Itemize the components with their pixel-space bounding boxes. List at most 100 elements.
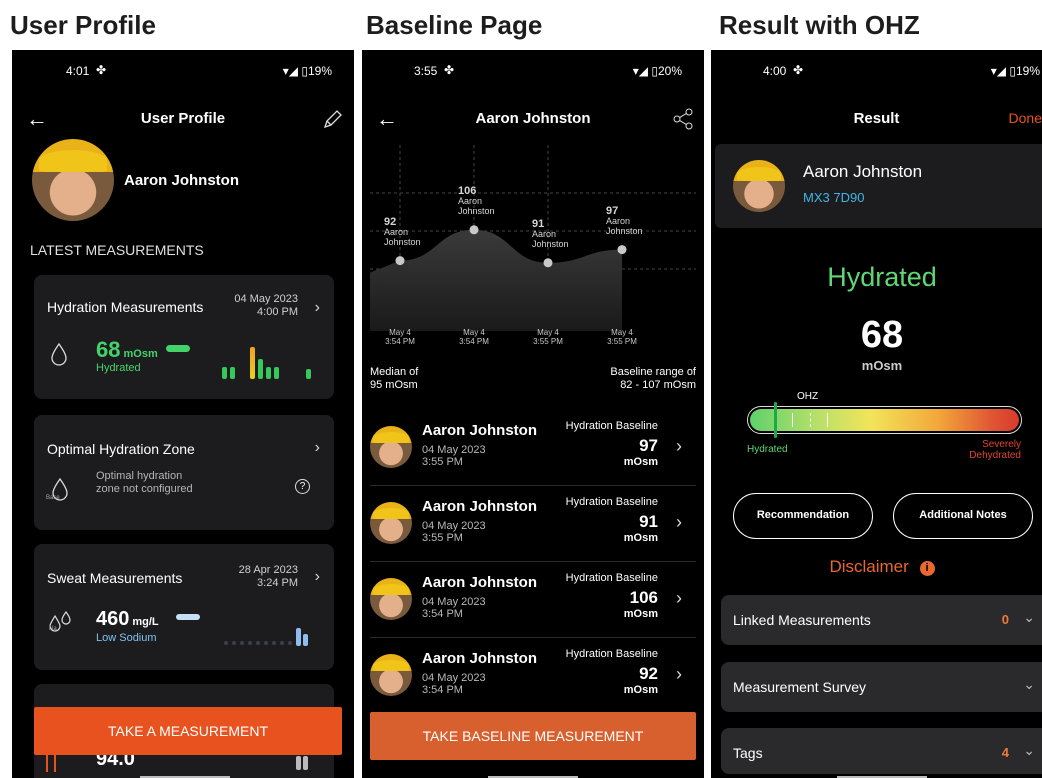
row-datetime: 04 May 2023 3:54 PM — [422, 672, 486, 696]
chevron-right-icon: › — [314, 439, 320, 456]
recommendation-button[interactable]: Recommendation — [733, 493, 873, 539]
gauge-left-label: Hydrated — [747, 444, 788, 455]
card-time: 4:00 PM — [257, 306, 298, 319]
mini-bar — [296, 756, 301, 770]
screen-title: Aaron Johnston — [475, 110, 591, 127]
hydration-measurements-card[interactable]: Hydration Measurements 04 May 2023 4:00 … — [34, 275, 334, 399]
row-value: 97 — [639, 436, 658, 455]
avatar — [370, 426, 412, 468]
mini-bar — [230, 367, 235, 379]
mini-bar — [303, 634, 308, 646]
accordion-count: 4 — [1001, 745, 1009, 760]
thermometer-icon — [46, 752, 56, 772]
chevron-right-icon: › — [314, 299, 320, 316]
row-type: Hydration Baseline — [565, 496, 658, 508]
nav-bar: ← User Profile — [12, 104, 354, 134]
battery-percent: 20% — [657, 64, 682, 78]
baseline-row[interactable]: Aaron Johnston 04 May 2023 3:55 PM Hydrat… — [370, 412, 696, 486]
baseline-range-text: Baseline range of 82 - 107 mOsm — [610, 366, 696, 392]
hydration-gauge — [747, 402, 1022, 438]
baseline-row[interactable]: Aaron Johnston 04 May 2023 3:54 PM Hydrat… — [370, 640, 696, 714]
baseline-row[interactable]: Aaron Johnston 04 May 2023 3:54 PM Hydrat… — [370, 564, 696, 638]
sweat-measurements-card[interactable]: Sweat Measurements 28 Apr 2023 3:24 PM ›… — [34, 544, 334, 670]
result-status: Hydrated — [827, 262, 937, 292]
data-point-label: 92 Aaron Johnston — [384, 216, 424, 247]
nav-bar: ← Aaron Johnston — [362, 104, 704, 134]
sweat-value-number: 460 — [96, 608, 130, 630]
gauge-gradient — [750, 409, 1019, 431]
screen-title: Result — [853, 110, 900, 127]
ohz-label: OHZ — [797, 391, 819, 402]
mini-bar — [306, 369, 311, 379]
median-value: 95 mOsm — [370, 379, 418, 392]
row-date: 04 May 2023 — [422, 672, 486, 684]
sweat-drops-icon — [47, 610, 73, 639]
panel-title-baseline: Baseline Page — [366, 10, 543, 40]
x-tick-label: May 4 3:55 PM — [592, 328, 652, 347]
chevron-down-icon: ⌄ — [1023, 676, 1035, 692]
take-baseline-measurement-button[interactable]: TAKE BASELINE MEASUREMENT — [370, 712, 696, 760]
mini-bar — [303, 756, 308, 770]
accordion-count: 0 — [1001, 612, 1009, 627]
avatar — [733, 160, 785, 212]
card-datetime: 04 May 2023 4:00 PM — [234, 293, 298, 319]
nav-bar: Result Done — [711, 104, 1042, 134]
gauge-right-label: Severely Dehydrated — [969, 439, 1021, 461]
card-title: Optimal Hydration Zone — [47, 441, 195, 457]
mini-bar — [250, 347, 255, 379]
base-icon-label: Base — [46, 495, 60, 501]
row-date: 04 May 2023 — [422, 520, 486, 532]
optimal-hydration-zone-card[interactable]: Optimal Hydration Zone › Base Optimal hy… — [34, 415, 334, 530]
row-name: Aaron Johnston — [422, 422, 537, 439]
data-point-name: Aaron Johnston — [458, 196, 495, 216]
accordion-linked-measurements[interactable]: Linked Measurements 0 ⌄ — [721, 595, 1042, 645]
mini-bar — [266, 367, 271, 379]
disclaimer-label: Disclaimer — [829, 557, 909, 576]
history-mini-chart — [222, 347, 322, 379]
x-tick-label: May 4 3:54 PM — [370, 328, 430, 347]
fan-icon: ✤ — [96, 63, 107, 77]
baseline-range-label: Baseline range of — [610, 366, 696, 378]
baseline-row[interactable]: Aaron Johnston 04 May 2023 3:55 PM Hydrat… — [370, 488, 696, 562]
accordion-label: Measurement Survey — [733, 679, 867, 695]
chevron-down-icon: ⌄ — [1023, 609, 1035, 625]
additional-notes-button[interactable]: Additional Notes — [893, 493, 1033, 539]
share-icon[interactable] — [672, 108, 694, 135]
row-unit: mOsm — [623, 684, 658, 696]
base-droplet-icon — [48, 477, 72, 506]
edit-pencil-icon[interactable] — [322, 108, 344, 135]
device-id: MX3 7D90 — [803, 190, 865, 205]
baseline-screen: 3:55 ✤ ▾◢ ▯20% ← Aaron Johnston 92 Aaron … — [362, 50, 704, 778]
user-card: Aaron Johnston MX3 7D90 — [715, 144, 1042, 228]
screen-title: User Profile — [140, 110, 226, 127]
accordion-measurement-survey[interactable]: Measurement Survey ⌄ — [721, 662, 1042, 712]
result-value: 68 — [860, 314, 904, 356]
row-value: 91 — [639, 512, 658, 531]
median-label: Median of — [370, 366, 419, 378]
panel-title-result: Result with OHZ — [719, 10, 920, 40]
card-date: 04 May 2023 — [234, 293, 298, 305]
info-icon[interactable]: i — [919, 561, 935, 576]
row-unit: mOsm — [623, 532, 658, 544]
level-indicator — [166, 345, 190, 352]
user-name: Aaron Johnston — [803, 162, 923, 181]
gauge-right-line2: Dehydrated — [969, 450, 1021, 461]
row-name: Aaron Johnston — [422, 574, 537, 591]
accordion-label: Linked Measurements — [733, 612, 871, 628]
help-icon[interactable]: ? — [295, 479, 310, 494]
done-button[interactable]: Done — [1009, 110, 1042, 126]
row-unit: mOsm — [623, 608, 658, 620]
chevron-right-icon: › — [676, 588, 682, 608]
disclaimer-row[interactable]: Disclaimer i — [711, 557, 1042, 577]
accordion-tags[interactable]: Tags 4 ⌄ — [721, 728, 1042, 774]
section-title: LATEST MEASUREMENTS — [30, 242, 204, 258]
row-name: Aaron Johnston — [422, 498, 537, 515]
data-point-label: 91 Aaron Johnston — [532, 218, 572, 249]
median-text: Median of 95 mOsm — [370, 366, 418, 392]
data-point-label: 97 Aaron Johnston — [606, 205, 646, 236]
chevron-down-icon: ⌄ — [1023, 742, 1035, 758]
take-measurement-button[interactable]: TAKE A MEASUREMENT — [34, 707, 342, 755]
card-time: 3:24 PM — [257, 577, 298, 590]
history-dots — [224, 641, 292, 645]
row-type: Hydration Baseline — [565, 572, 658, 584]
